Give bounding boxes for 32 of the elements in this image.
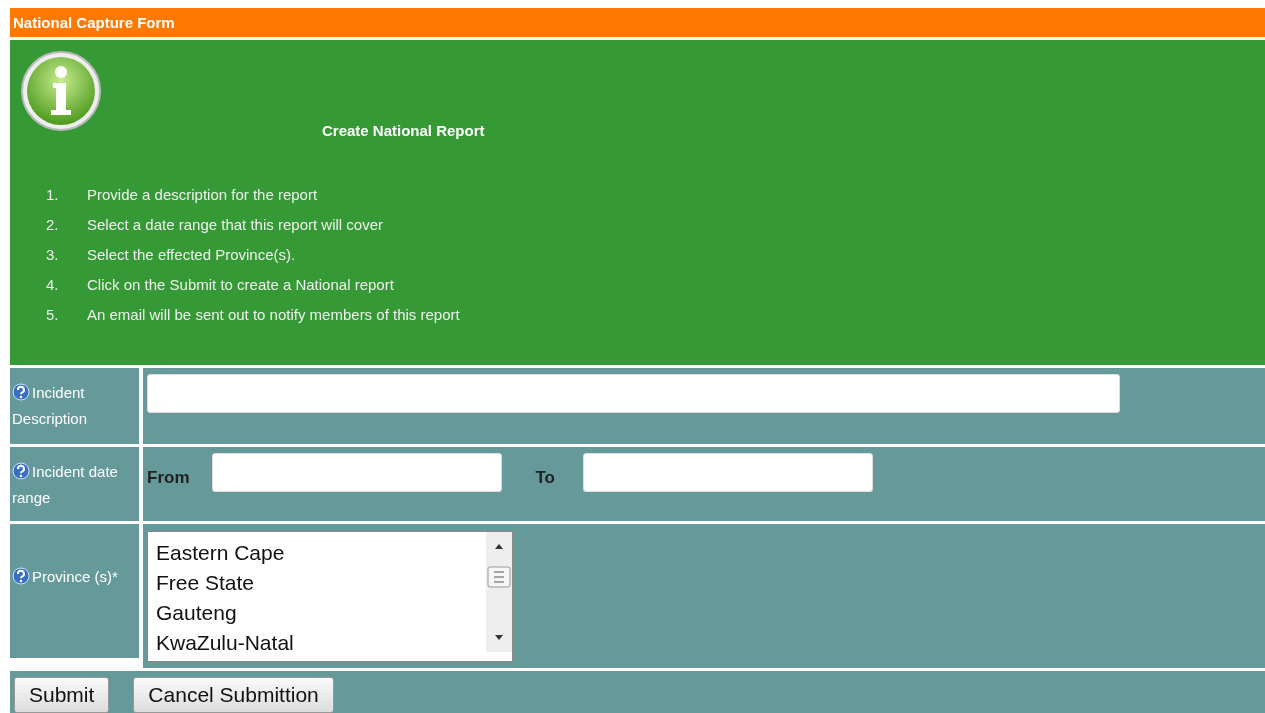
field-label: Incident Description [12, 382, 89, 429]
to-date-field[interactable] [583, 453, 873, 492]
panel-heading: Create National Report [322, 121, 485, 141]
step-text: An email will be sent out to notify members of this report [87, 304, 460, 325]
step-text: Click on the Submit to create a National report [87, 274, 394, 295]
help-icon[interactable] [12, 383, 30, 401]
help-icon[interactable] [12, 567, 30, 585]
list-option[interactable]: Eastern Cape [156, 538, 478, 568]
step-text: Select the effected Province(s). [87, 244, 296, 265]
scrollbar[interactable] [486, 532, 512, 652]
step-number: 1. [46, 184, 60, 205]
description-field[interactable] [147, 374, 1120, 413]
cancel-button[interactable]: Cancel Submittion [133, 677, 334, 713]
info-icon [20, 50, 102, 132]
list-option[interactable]: Gauteng [156, 598, 478, 628]
list-option[interactable]: Free State [156, 568, 478, 598]
from-label: From [147, 467, 190, 489]
field-label: Province (s)* [12, 564, 118, 590]
step-number: 3. [46, 244, 60, 265]
step-number: 2. [46, 214, 60, 235]
step-number: 4. [46, 274, 60, 295]
province-listbox[interactable]: Eastern Cape Free State Gauteng KwaZulu-Natal [147, 531, 513, 662]
step-number: 5. [46, 304, 60, 325]
submit-button[interactable]: Submit [14, 677, 110, 713]
step-text: Provide a description for the report [87, 184, 318, 205]
from-date-field[interactable] [211, 453, 502, 492]
list-option[interactable]: KwaZulu-Natal [156, 628, 478, 658]
form-title: National Capture Form [10, 8, 1265, 37]
help-icon[interactable] [12, 462, 30, 480]
to-label: To [535, 467, 555, 489]
field-label: Incident date range [12, 461, 119, 508]
step-text: Select a date range that this report will cover [87, 214, 383, 235]
